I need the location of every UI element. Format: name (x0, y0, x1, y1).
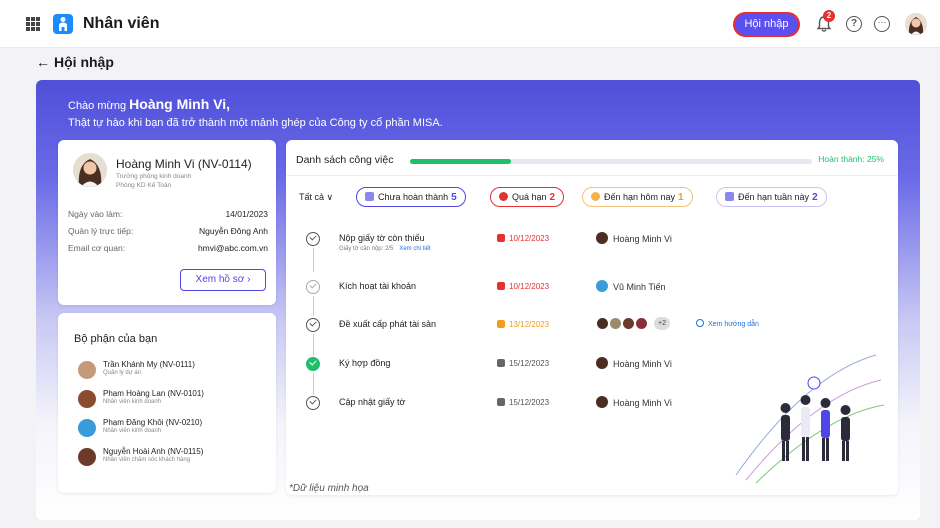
guide-link[interactable]: Xem hướng dẫn (696, 319, 759, 328)
person-app-icon (53, 14, 73, 34)
calendar-icon (497, 359, 505, 367)
task-owner: Hoàng Minh Vi (596, 357, 672, 369)
apps-grid-icon[interactable] (26, 17, 40, 31)
member-item[interactable]: Phạm Hoàng Lan (NV-0101) Nhân viên kinh … (78, 389, 268, 415)
task-owner: Vũ Minh Tiến (596, 280, 666, 292)
chip-due-today[interactable]: Đến hạn hôm nay 1 (582, 187, 693, 207)
chip-overdue[interactable]: Quá hạn 2 (490, 187, 565, 207)
filter-all-dropdown[interactable]: Tất cả ∨ (299, 192, 333, 203)
page-header: ← Hội nhập (36, 54, 114, 70)
progress-bar (410, 159, 812, 164)
task-row[interactable]: Nộp giấy tờ còn thiếu Giấy tờ cần nộp: 2… (306, 232, 886, 272)
profile-name: Hoàng Minh Vi (NV-0114) (116, 157, 252, 171)
calendar-icon (497, 282, 505, 290)
view-profile-button[interactable]: Xem hồ sơ › (180, 269, 266, 291)
task-due-date: 15/12/2023 (497, 359, 549, 368)
app-title: Nhân viên (83, 15, 160, 32)
profile-avatar (73, 153, 107, 187)
calendar-icon (497, 234, 505, 242)
page-title: Hội nhập (54, 54, 114, 70)
timeline-line (312, 248, 314, 272)
onboarding-panel: Chào mừng Hoàng Minh Vi, Thật tự hào khi… (36, 80, 920, 520)
task-subtext: Giấy tờ cần nộp: 2/5 Xem chi tiết (339, 246, 431, 252)
member-item[interactable]: Nguyễn Hoài Anh (NV-0115) Nhân viên chăm… (78, 447, 268, 473)
calendar-icon (497, 320, 505, 328)
back-arrow-icon[interactable]: ← (36, 54, 50, 70)
more-assignees-badge: +2 (654, 317, 670, 330)
profile-card: Hoàng Minh Vi (NV-0114) Trưởng phòng kin… (58, 140, 276, 305)
chip-incomplete[interactable]: Chưa hoàn thành 5 (356, 187, 466, 207)
task-owner: Hoàng Minh Vi (596, 232, 672, 244)
timeline-line (312, 373, 314, 395)
clock-icon (591, 192, 600, 201)
department-card: Bộ phận của bạn Trần Khánh My (NV-0111) … (58, 313, 276, 493)
task-list-title: Danh sách công việc (296, 154, 394, 166)
team-illustration (735, 354, 885, 484)
check-circle-icon[interactable] (306, 396, 320, 410)
progress-fill (410, 159, 511, 164)
progress-label: Hoàn thành: 25% (818, 154, 884, 164)
check-circle-icon[interactable] (306, 232, 320, 246)
member-avatar (78, 361, 96, 379)
task-row[interactable]: Kích hoạt tài khoản 10/12/2023 Vũ Minh T… (306, 280, 886, 316)
check-circle-icon[interactable] (306, 318, 320, 332)
timeline-line (312, 334, 314, 356)
owner-avatar (596, 280, 608, 292)
member-avatar (78, 390, 96, 408)
onboarding-button[interactable]: Hội nhập (733, 12, 800, 37)
task-due-date: 15/12/2023 (497, 398, 549, 407)
profile-email: Email cơ quan: hmvi@abc.com.vn (68, 243, 268, 253)
check-circle-icon[interactable] (306, 357, 320, 371)
owner-avatar (622, 317, 635, 330)
member-item[interactable]: Phạm Đăng Khôi (NV-0210) Nhân viên kinh … (78, 418, 268, 444)
profile-position: Trưởng phòng kinh doanh (116, 173, 192, 180)
notification-badge: 2 (823, 10, 835, 22)
more-icon[interactable]: ··· (874, 16, 890, 32)
member-item[interactable]: Trần Khánh My (NV-0111) Quản lý dự án (78, 360, 268, 386)
task-due-date: 13/12/2023 (497, 320, 549, 329)
view-detail-link[interactable]: Xem chi tiết (399, 246, 430, 252)
top-bar: Nhân viên Hội nhập 2 ? ··· (0, 0, 940, 48)
member-avatar (78, 448, 96, 466)
owner-avatar (596, 357, 608, 369)
calendar-icon (725, 192, 734, 201)
profile-manager: Quản lý trực tiếp: Nguyễn Đông Anh (68, 226, 268, 236)
welcome-message: Thật tự hào khi bạn đã trở thành một mản… (68, 117, 443, 129)
profile-start-date: Ngày vào làm: 14/01/2023 (68, 209, 268, 219)
task-list-header: Danh sách công việc Hoàn thành: 25% (286, 140, 898, 176)
chip-due-this-week[interactable]: Đến hạn tuần này 2 (716, 187, 827, 207)
help-icon[interactable]: ? (846, 16, 862, 32)
lightbulb-icon (696, 319, 704, 327)
profile-department: Phòng KD Kế Toán (116, 182, 172, 189)
calendar-icon (365, 192, 374, 201)
owner-avatar (596, 396, 608, 408)
owner-avatar (609, 317, 622, 330)
welcome-greeting: Chào mừng Hoàng Minh Vi, (68, 96, 231, 112)
user-avatar[interactable] (905, 13, 927, 35)
task-due-date: 10/12/2023 (497, 282, 549, 291)
owner-avatar (596, 317, 609, 330)
check-circle-icon[interactable] (306, 280, 320, 294)
timeline-line (312, 296, 314, 316)
owner-avatar (596, 232, 608, 244)
task-list-card: Danh sách công việc Hoàn thành: 25% Tất … (286, 140, 898, 495)
department-title: Bộ phận của bạn (74, 333, 158, 345)
member-avatar (78, 419, 96, 437)
sample-data-note: *Dữ liệu minh họa (289, 483, 369, 494)
calendar-icon (497, 398, 505, 406)
task-owner: Hoàng Minh Vi (596, 396, 672, 408)
task-due-date: 10/12/2023 (497, 234, 549, 243)
owner-avatar (635, 317, 648, 330)
overdue-icon (499, 192, 508, 201)
